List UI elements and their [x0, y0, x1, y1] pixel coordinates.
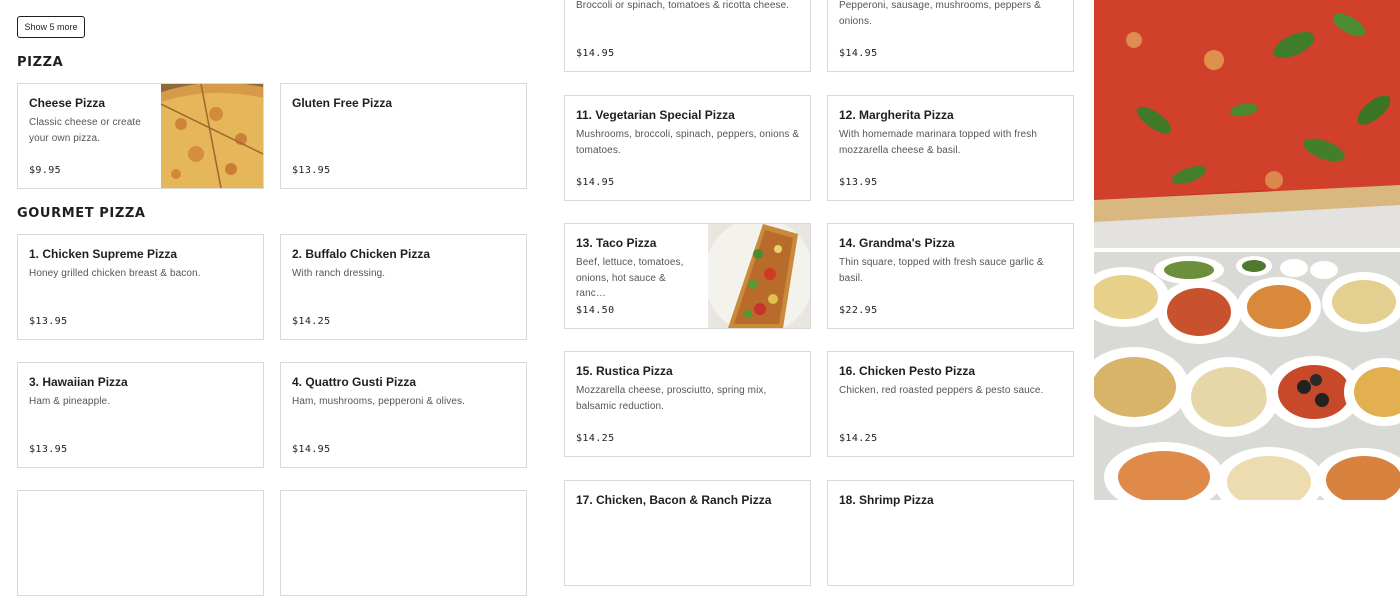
item-description: Thin square, topped with fresh sauce gar… — [839, 257, 1044, 284]
item-description: Classic cheese or create your own pizza. — [29, 117, 141, 144]
item-description: Mozzarella cheese, prosciutto, spring mi… — [576, 385, 767, 412]
item-price: $14.25 — [576, 433, 615, 444]
item-name: 12. Margherita Pizza — [839, 108, 954, 122]
cheese-pizza-photo — [161, 84, 263, 188]
item-name: 3. Hawaiian Pizza — [29, 375, 128, 389]
menu-item-card[interactable]: 14. Grandma's Pizza Thin square, topped … — [827, 223, 1074, 329]
item-name: 14. Grandma's Pizza — [839, 236, 955, 250]
menu-item-card[interactable]: 18. Shrimp Pizza — [827, 480, 1074, 586]
item-description: With ranch dressing. — [292, 268, 386, 279]
menu-item-card[interactable]: 3. Hawaiian Pizza Ham & pineapple. $13.9… — [17, 362, 264, 468]
menu-item-card[interactable]: 2. Buffalo Chicken Pizza With ranch dres… — [280, 234, 527, 340]
item-name: 2. Buffalo Chicken Pizza — [292, 247, 431, 261]
item-description: Ham, mushrooms, pepperoni & olives. — [292, 396, 466, 407]
item-price: $14.95 — [576, 177, 615, 188]
item-price: $22.95 — [839, 305, 878, 316]
menu-item-card[interactable]: 13. Taco Pizza Beef, lettuce, tomatoes, … — [564, 223, 811, 329]
taco-pizza-photo — [708, 224, 810, 328]
item-description: Ham & pineapple. — [29, 396, 111, 407]
item-name: 1. Chicken Supreme Pizza — [29, 247, 178, 261]
item-name: 4. Quattro Gusti Pizza — [292, 375, 417, 389]
item-price: $13.95 — [29, 444, 68, 455]
menu-item-card[interactable]: Pepperoni, sausage, mushrooms, peppers &… — [827, 0, 1074, 72]
menu-item-card[interactable]: Gluten Free Pizza $13.95 — [280, 83, 527, 189]
menu-item-card[interactable]: 11. Vegetarian Special Pizza Mushrooms, … — [564, 95, 811, 201]
menu-item-card[interactable]: 1. Chicken Supreme Pizza Honey grilled c… — [17, 234, 264, 340]
item-name: 11. Vegetarian Special Pizza — [576, 108, 735, 122]
item-name: 15. Rustica Pizza — [576, 364, 673, 378]
item-price: $14.95 — [576, 48, 615, 59]
menu-item-card[interactable]: 12. Margherita Pizza With homemade marin… — [827, 95, 1074, 201]
menu-item-card[interactable]: 4. Quattro Gusti Pizza Ham, mushrooms, p… — [280, 362, 527, 468]
item-description: Pepperoni, sausage, mushrooms, peppers &… — [839, 0, 1041, 27]
item-price: $14.95 — [839, 48, 878, 59]
margherita-slice-photo — [1094, 0, 1400, 248]
item-name: Gluten Free Pizza — [292, 96, 393, 110]
menu-item-card[interactable]: 15. Rustica Pizza Mozzarella cheese, pro… — [564, 351, 811, 457]
item-description: Chicken, red roasted peppers & pesto sau… — [839, 385, 1044, 396]
item-price: $13.95 — [29, 316, 68, 327]
item-name: Cheese Pizza — [29, 96, 106, 110]
menu-item-card[interactable]: Broccoli or spinach, tomatoes & ricotta … — [564, 0, 811, 72]
item-description: Broccoli or spinach, tomatoes & ricotta … — [576, 0, 790, 11]
item-price: $14.95 — [292, 444, 331, 455]
item-name: 16. Chicken Pesto Pizza — [839, 364, 976, 378]
item-description: Beef, lettuce, tomatoes, onions, hot sau… — [576, 257, 684, 299]
item-price: $9.95 — [29, 165, 62, 176]
menu-item-card[interactable] — [280, 490, 527, 596]
menu-item-card[interactable] — [17, 490, 264, 596]
item-description: With homemade marinara topped with fresh… — [839, 129, 1037, 156]
section-title-gourmet-pizza: GOURMET PIZZA — [17, 206, 146, 221]
item-name: 17. Chicken, Bacon & Ranch Pizza — [576, 493, 772, 507]
menu-item-card[interactable]: Cheese Pizza Classic cheese or create yo… — [17, 83, 264, 189]
item-description: Mushrooms, broccoli, spinach, peppers, o… — [576, 129, 800, 156]
menu-item-card[interactable]: 16. Chicken Pesto Pizza Chicken, red roa… — [827, 351, 1074, 457]
item-price: $14.50 — [576, 305, 615, 316]
item-price: $13.95 — [839, 177, 878, 188]
item-price: $14.25 — [292, 316, 331, 327]
item-name: 13. Taco Pizza — [576, 236, 657, 250]
show-more-button[interactable]: Show 5 more — [17, 16, 85, 38]
item-description: Honey grilled chicken breast & bacon. — [29, 268, 201, 279]
item-name: 18. Shrimp Pizza — [839, 493, 934, 507]
item-price: $13.95 — [292, 165, 331, 176]
section-title-pizza: PIZZA — [17, 55, 64, 70]
catering-platter-photo — [1094, 252, 1400, 500]
menu-item-card[interactable]: 17. Chicken, Bacon & Ranch Pizza — [564, 480, 811, 586]
item-price: $14.25 — [839, 433, 878, 444]
